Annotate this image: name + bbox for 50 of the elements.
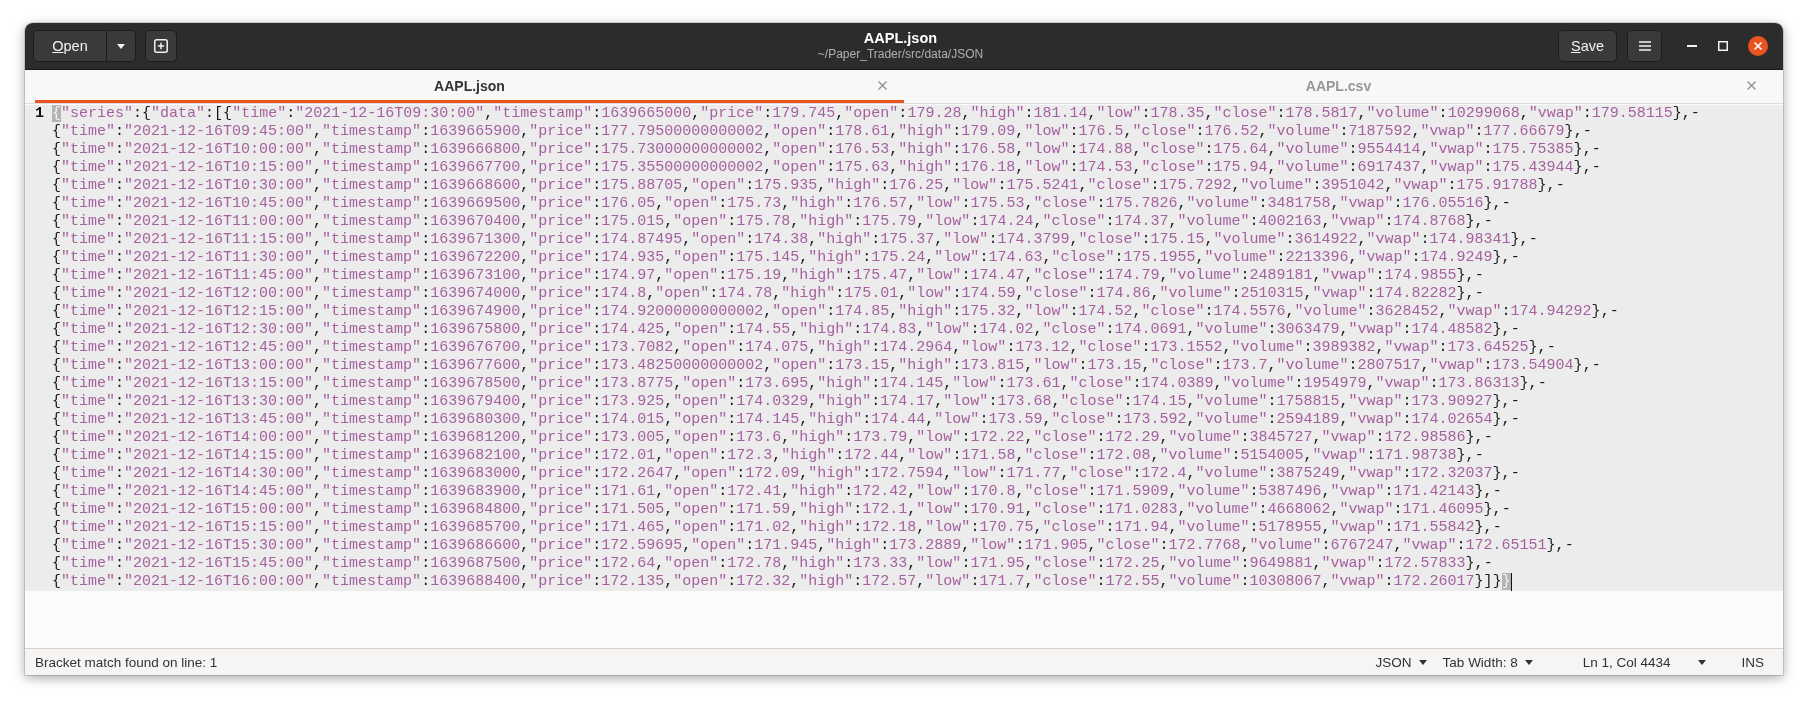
maximize-icon[interactable] xyxy=(1718,41,1728,51)
code-text: {"time":"2021-12-16T14:15:00","timestamp":1639682100,"price":172.01,"open":172.3,"high":172.44,"low":171.58,"close":172.08,"volume":5154005,"vwap":171.98738},- xyxy=(52,447,1484,464)
window-title: AAPL.json xyxy=(863,30,938,47)
matched-bracket: } xyxy=(1501,573,1511,590)
caret-icon xyxy=(1524,659,1533,665)
code-text: {"time":"2021-12-16T10:00:00","timestamp":1639666800,"price":175.73000000000002,"open":176.53,"high":176.58,"low":174.88,"close":175.64,"volume":9554414,"vwap":175.75385},- xyxy=(52,141,1601,158)
code-text: {"time":"2021-12-16T10:30:00","timestamp":1639668600,"price":175.88705,"open":175.935,"high":176.25,"low":175.5241,"close":175.7292,"volume":3951042,"vwap":175.91788},- xyxy=(52,177,1565,194)
code-text: {"time":"2021-12-16T13:45:00","timestamp":1639680300,"price":174.015,"open":174.145,"high":174.44,"low":173.59,"close":173.592,"volume":2594189,"vwap":174.02654},- xyxy=(52,411,1520,428)
code-text: {"time":"2021-12-16T12:00:00","timestamp":1639674000,"price":174.8,"open":174.78,"high":175.01,"low":174.59,"close":174.86,"volume":2510315,"vwap":174.82282},- xyxy=(52,285,1484,302)
code-text: {"time":"2021-12-16T10:15:00","timestamp":1639667700,"price":175.35500000000002,"open":175.63,"high":176.18,"low":174.53,"close":175.94,"volume":6917437,"vwap":175.43944},- xyxy=(52,159,1601,176)
line-number: 1 xyxy=(35,105,44,122)
code-text: {"time":"2021-12-16T11:30:00","timestamp":1639672200,"price":174.935,"open":175.145,"high":175.24,"low":174.63,"close":175.1955,"volume":2213396,"vwap":174.9249},- xyxy=(52,249,1520,266)
language-selector[interactable]: JSON xyxy=(1367,649,1435,675)
code-text: {"time":"2021-12-16T14:30:00","timestamp":1639683000,"price":172.2647,"open":172.09,"high":172.7594,"low":171.77,"close":172.4,"volume":3875249,"vwap":172.32037},- xyxy=(52,465,1520,482)
code-text: "series":{"data":[{"time":"2021-12-16T09:30:00","timestamp":1639665000,"price":179.745,"open":179.28,"high":181.14,"low":178.35,"close":178.5817,"volume":10299068,"vwap":179.58115},- xyxy=(61,105,1700,122)
code-text: {"time":"2021-12-16T12:30:00","timestamp":1639675800,"price":174.425,"open":174.55,"high":174.83,"low":174.02,"close":174.0691,"volume":3063479,"vwap":174.48582},- xyxy=(52,321,1520,338)
close-icon[interactable] xyxy=(1748,36,1768,56)
code-text: {"time":"2021-12-16T14:45:00","timestamp":1639683900,"price":171.61,"open":172.41,"high":172.42,"low":170.8,"close":171.5909,"volume":5387496,"vwap":171.42143},- xyxy=(52,483,1502,500)
insert-mode-label: INS xyxy=(1741,654,1764,670)
menu-icon xyxy=(1638,41,1651,51)
code-text: {"time":"2021-12-16T12:15:00","timestamp":1639674900,"price":174.92000000000002,"open":174.85,"high":175.32,"low":174.52,"close":174.5576,"volume":3628452,"vwap":174.94292},- xyxy=(52,303,1619,320)
cursor-position-selector[interactable]: Ln 1, Col 4434 xyxy=(1574,649,1715,675)
code-text: {"time":"2021-12-16T10:45:00","timestamp":1639669500,"price":176.05,"open":175.73,"high":176.57,"low":175.53,"close":175.7826,"volume":3481758,"vwap":176.05516},- xyxy=(52,195,1511,212)
code-text: {"time":"2021-12-16T15:15:00","timestamp":1639685700,"price":171.465,"open":171.02,"high":172.18,"low":170.75,"close":171.94,"volume":5178955,"vwap":171.55842},- xyxy=(52,519,1502,536)
menu-button[interactable] xyxy=(1627,30,1662,62)
tab-width-selector[interactable]: Tab Width: 8 xyxy=(1434,649,1541,675)
caret-icon xyxy=(1418,659,1427,665)
new-tab-button[interactable] xyxy=(145,30,177,62)
caret-icon xyxy=(117,43,125,49)
open-dropdown-button[interactable] xyxy=(107,30,136,62)
square-plus-icon xyxy=(154,39,168,53)
code-text: {"time":"2021-12-16T15:45:00","timestamp":1639687500,"price":172.64,"open":172.78,"high":173.33,"low":171.95,"close":172.25,"volume":9649881,"vwap":172.57833},- xyxy=(52,555,1493,572)
status-message: Bracket match found on line: 1 xyxy=(35,654,218,670)
matched-bracket: { xyxy=(52,105,61,122)
caret-icon xyxy=(1698,659,1707,665)
code-text: {"time":"2021-12-16T09:45:00","timestamp":1639665900,"price":177.79500000000002,"open":178.61,"high":179.09,"low":176.5,"close":176.52,"volume":7187592,"vwap":177.66679},- xyxy=(52,123,1592,140)
code-text: {"time":"2021-12-16T14:00:00","timestamp":1639681200,"price":173.005,"open":173.6,"high":173.79,"low":172.22,"close":172.29,"volume":3845727,"vwap":172.98586},- xyxy=(52,429,1493,446)
code-text: {"time":"2021-12-16T13:15:00","timestamp":1639678500,"price":173.8775,"open":173.695,"high":174.145,"low":173.61,"close":174.0389,"volume":1954979,"vwap":173.86313},- xyxy=(52,375,1547,392)
save-button[interactable]: Save xyxy=(1558,30,1617,62)
code-text: {"time":"2021-12-16T13:00:00","timestamp":1639677600,"price":173.48250000000002,"open":173.15,"high":173.815,"low":173.15,"close":173.7,"volume":2807517,"vwap":173.54904},- xyxy=(52,357,1601,374)
code-text: {"time":"2021-12-16T13:30:00","timestamp":1639679400,"price":173.925,"open":174.0329,"high":174.17,"low":173.68,"close":174.15,"volume":1758815,"vwap":173.90927},- xyxy=(52,393,1520,410)
window-subtitle: ~/Paper_Trader/src/data/JSON xyxy=(817,47,984,62)
code-text: {"time":"2021-12-16T11:45:00","timestamp":1639673100,"price":174.97,"open":175.19,"high":175.47,"low":174.47,"close":174.79,"volume":2489181,"vwap":174.9855},- xyxy=(52,267,1484,284)
code-text: {"time":"2021-12-16T15:30:00","timestamp":1639686600,"price":172.59695,"open":171.945,"high":173.2889,"low":171.905,"close":172.7768,"volume":6767247,"vwap":172.65151},- xyxy=(52,537,1574,554)
code-text: {"time":"2021-12-16T11:15:00","timestamp":1639671300,"price":174.87495,"open":174.38,"high":175.37,"low":174.3799,"close":175.15,"volume":3614922,"vwap":174.98341},- xyxy=(52,231,1538,248)
open-button[interactable]: Open xyxy=(33,30,107,62)
code-text: {"time":"2021-12-16T11:00:00","timestamp":1639670400,"price":175.015,"open":175.78,"high":175.79,"low":174.24,"close":174.37,"volume":4002163,"vwap":174.8768},- xyxy=(52,213,1493,230)
code-text: {"time":"2021-12-16T15:00:00","timestamp":1639684800,"price":171.505,"open":171.59,"high":172.1,"low":170.91,"close":171.0283,"volume":4668062,"vwap":171.46095},- xyxy=(52,501,1511,518)
code-text: {"time":"2021-12-16T12:45:00","timestamp":1639676700,"price":173.7082,"open":174.075,"high":174.2964,"low":173.12,"close":173.1552,"volume":3989382,"vwap":173.64525},- xyxy=(52,339,1556,356)
code-text: {"time":"2021-12-16T16:00:00","timestamp":1639688400,"price":172.135,"open":172.32,"high":172.57,"low":171.7,"close":172.55,"volume":10308067,"vwap":172.26017}]} xyxy=(52,573,1502,590)
